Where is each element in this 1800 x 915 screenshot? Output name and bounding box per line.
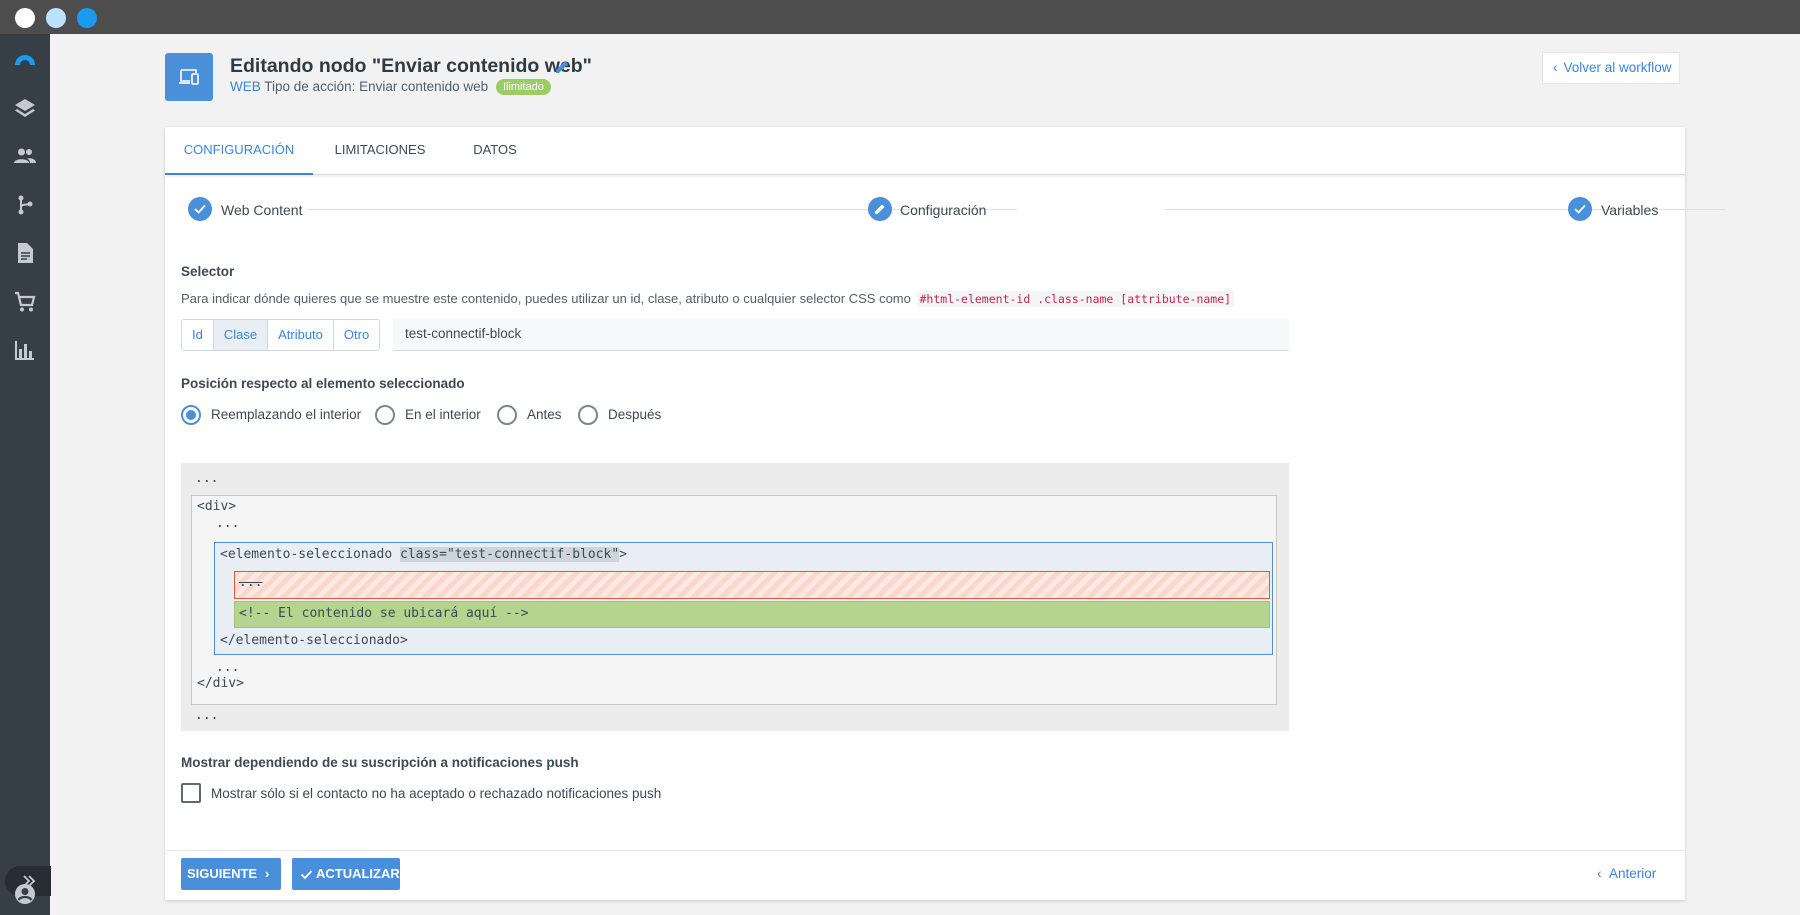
next-button[interactable]: SIGUIENTE › bbox=[181, 858, 281, 890]
status-badge: Ilimitado bbox=[495, 79, 551, 95]
preview-elem-attr: class="test-connectif-block" bbox=[400, 547, 620, 562]
preview-elem-close: </elemento-seleccionado> bbox=[220, 633, 408, 648]
position-preview: ... <div> ... <elemento-seleccionado cla… bbox=[181, 463, 1289, 731]
preview-comment: <!-- El contenido se ubicará aquí --> bbox=[239, 606, 529, 621]
layers-icon[interactable] bbox=[13, 96, 37, 120]
step-configuracion-label: Configuración bbox=[900, 202, 987, 218]
preview-elem-open: <elemento-seleccionado class="test-conne… bbox=[220, 547, 627, 562]
tab-limitaciones[interactable]: LIMITACIONES bbox=[313, 127, 447, 175]
window-titlebar bbox=[0, 0, 1800, 34]
preview-div-open: <div> bbox=[197, 499, 237, 514]
cart-icon[interactable] bbox=[13, 290, 37, 314]
radio-reemplazando-interior-circle[interactable] bbox=[181, 405, 201, 425]
web-content-node-icon bbox=[165, 53, 213, 101]
step-web-content[interactable] bbox=[188, 197, 212, 221]
preview-div-close: </div> bbox=[197, 676, 244, 691]
node-editor-card: CONFIGURACIÓN LIMITACIONES DATOS Web Con… bbox=[165, 127, 1725, 900]
preview-parent-div: <div> ... <elemento-seleccionado class="… bbox=[191, 495, 1277, 705]
preview-ellipsis-bottom: ... bbox=[195, 708, 219, 723]
contacts-icon[interactable] bbox=[13, 144, 37, 168]
selector-label: Selector bbox=[181, 264, 235, 279]
check-icon bbox=[1574, 204, 1586, 214]
step-variables[interactable] bbox=[1568, 197, 1592, 221]
step-configuracion[interactable] bbox=[868, 197, 892, 221]
step-variables-label: Variables bbox=[1601, 202, 1659, 218]
selector-type-clase[interactable]: Clase bbox=[213, 320, 269, 350]
window-minimize-button[interactable] bbox=[46, 8, 66, 28]
push-label: Mostrar dependiendo de su suscripción a … bbox=[181, 755, 579, 770]
window-close-button[interactable] bbox=[15, 8, 35, 28]
previous-button[interactable]: ‹ Anterior bbox=[1597, 866, 1656, 881]
devices-icon bbox=[179, 69, 199, 85]
radio-antes-label: Antes bbox=[527, 407, 562, 422]
previous-button-label: Anterior bbox=[1609, 866, 1657, 881]
preview-ellipsis-before: ... bbox=[216, 516, 240, 531]
selector-type-otro[interactable]: Otro bbox=[333, 320, 380, 350]
sidebar bbox=[0, 34, 51, 915]
selector-description: Para indicar dónde quieres que se muestr… bbox=[181, 291, 1235, 307]
update-button[interactable]: ACTUALIZAR bbox=[292, 858, 400, 890]
next-button-label: SIGUIENTE bbox=[187, 866, 258, 881]
selector-type-atributo[interactable]: Atributo bbox=[268, 320, 334, 350]
selector-type-id[interactable]: Id bbox=[182, 320, 214, 350]
preview-selected-element: <elemento-seleccionado class="test-conne… bbox=[214, 542, 1273, 655]
pencil-icon bbox=[556, 61, 568, 73]
radio-reemplazando-interior-label: Reemplazando el interior bbox=[211, 407, 362, 422]
position-label: Posición respecto al elemento selecciona… bbox=[181, 376, 465, 391]
chevron-left-icon: ‹ bbox=[1597, 866, 1602, 881]
node-subtitle: WEB Tipo de acción: Enviar contenido web… bbox=[230, 79, 551, 95]
preview-ellipsis-top: ... bbox=[195, 471, 219, 486]
preview-new-content: <!-- El contenido se ubicará aquí --> bbox=[234, 601, 1270, 628]
radio-despues-label: Después bbox=[608, 407, 662, 422]
radio-en-el-interior-circle[interactable] bbox=[375, 405, 395, 425]
step-web-content-label: Web Content bbox=[221, 202, 303, 218]
workflow-icon[interactable] bbox=[13, 193, 37, 217]
channel-label: WEB bbox=[230, 79, 261, 94]
selector-example: #html-element-id .class-name [attribute-… bbox=[916, 291, 1235, 307]
preview-elem-open-end: > bbox=[619, 547, 627, 562]
edit-title-button[interactable] bbox=[553, 58, 571, 76]
push-checkbox-label[interactable]: Mostrar sólo si el contacto no ha acepta… bbox=[211, 786, 661, 801]
chevron-right-icon: › bbox=[265, 866, 270, 881]
radio-antes-circle[interactable] bbox=[497, 405, 517, 425]
selector-input[interactable]: test-connectif-block bbox=[393, 319, 1289, 351]
account-icon[interactable] bbox=[13, 882, 37, 906]
preview-replaced-text: ... bbox=[239, 575, 263, 590]
document-icon[interactable] bbox=[13, 241, 37, 265]
card-footer: SIGUIENTE › ACTUALIZAR ‹ Anterior bbox=[165, 850, 1685, 900]
radio-despues-circle[interactable] bbox=[578, 405, 598, 425]
preview-replaced-content: ... bbox=[234, 571, 1270, 599]
selector-description-text: Para indicar dónde quieres que se muestr… bbox=[181, 291, 911, 306]
logo-icon[interactable] bbox=[13, 48, 37, 72]
preview-ellipsis-after: ... bbox=[216, 660, 240, 675]
preview-elem-tag: <elemento-seleccionado bbox=[220, 547, 401, 562]
push-checkbox[interactable] bbox=[181, 783, 201, 803]
selector-type-toggle: Id Clase Atributo Otro bbox=[181, 319, 381, 351]
back-to-workflow-button[interactable]: ‹ Volver al workflow bbox=[1542, 52, 1680, 84]
check-icon bbox=[194, 204, 206, 214]
tab-configuracion[interactable]: CONFIGURACIÓN bbox=[165, 127, 313, 175]
chart-icon[interactable] bbox=[13, 338, 37, 362]
update-button-label: ACTUALIZAR bbox=[316, 866, 400, 881]
tab-datos[interactable]: DATOS bbox=[447, 127, 543, 175]
action-type-label: Tipo de acción: Enviar contenido web bbox=[264, 79, 489, 94]
back-to-workflow-label: Volver al workflow bbox=[1563, 60, 1672, 75]
pencil-icon bbox=[875, 204, 885, 214]
page-title: Editando nodo "Enviar contenido web" bbox=[230, 55, 592, 77]
tab-bar: CONFIGURACIÓN LIMITACIONES DATOS bbox=[165, 127, 1685, 175]
radio-en-el-interior-label: En el interior bbox=[405, 407, 481, 422]
check-icon bbox=[300, 870, 313, 880]
window-maximize-button[interactable] bbox=[77, 8, 97, 28]
chevron-left-icon: ‹ bbox=[1553, 60, 1558, 75]
